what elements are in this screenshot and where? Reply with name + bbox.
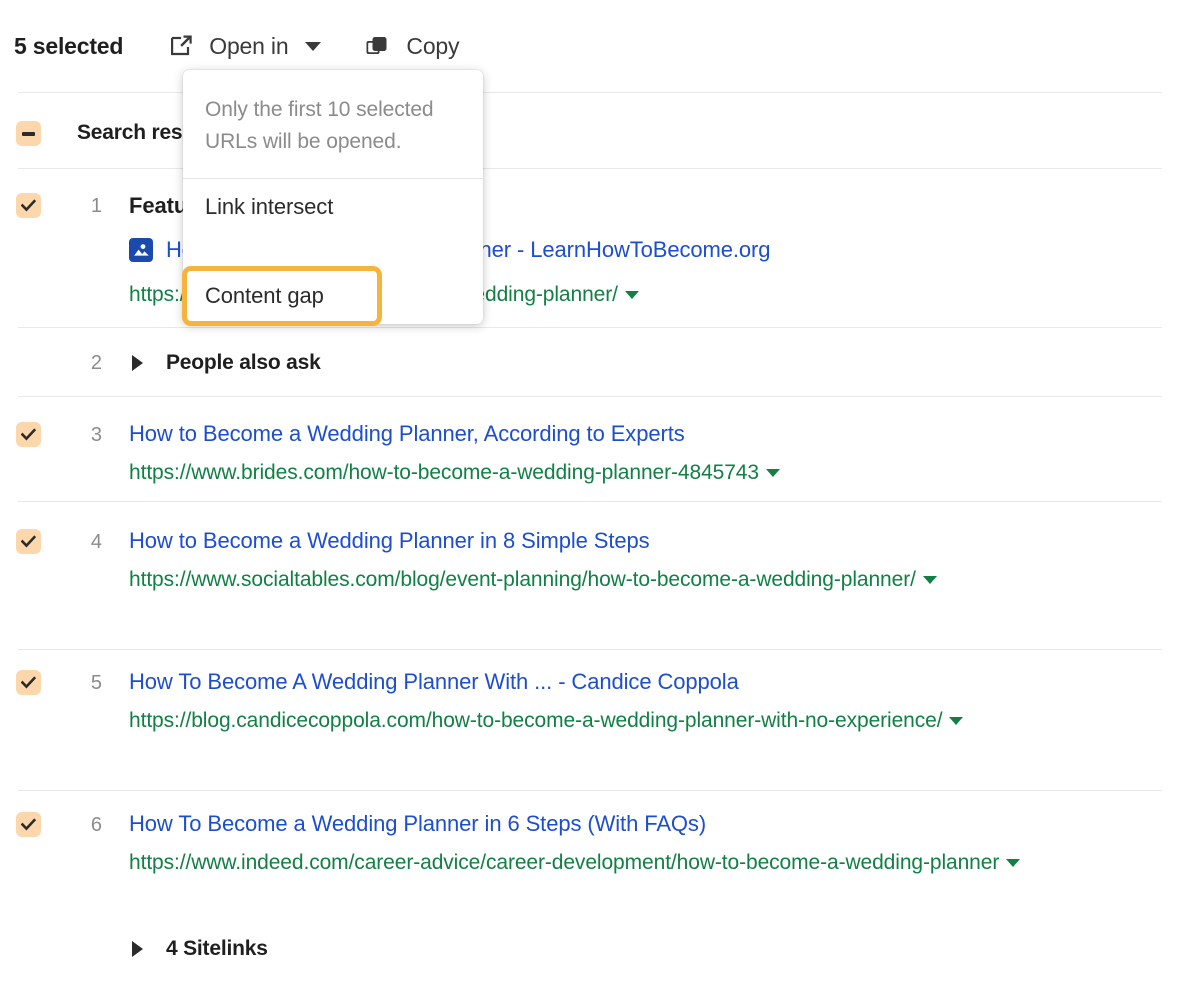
open-in-button[interactable]: Open in (169, 33, 321, 60)
check-icon (21, 198, 36, 213)
result-url-text: https://www.indeed.com/career-advice/car… (129, 851, 999, 874)
selection-action-bar: 5 selected Open in Copy (0, 0, 1180, 92)
chevron-down-icon[interactable] (305, 42, 321, 51)
open-in-dropdown-menu: Only the first 10 selected URLs will be … (183, 70, 483, 324)
check-icon (21, 534, 36, 549)
result-url[interactable]: https://www.indeed.com/career-advice/car… (129, 845, 1169, 880)
copy-icon (365, 34, 390, 59)
result-row: 3 How to Become a Wedding Planner, Accor… (0, 397, 1180, 501)
check-icon (21, 675, 36, 690)
expand-triangle-icon[interactable] (132, 355, 143, 371)
result-rank: 5 (80, 672, 102, 695)
menu-item-link-intersect[interactable]: Link intersect (183, 179, 483, 235)
url-chevron-down-icon[interactable] (766, 469, 780, 477)
sitelinks-label: 4 Sitelinks (166, 937, 268, 961)
image-badge-icon (129, 238, 153, 262)
result-title[interactable]: How to Become a Wedding Planner, Accordi… (129, 421, 685, 447)
check-icon (21, 817, 36, 832)
result-row: 5 How To Become A Wedding Planner With .… (0, 650, 1180, 790)
result-url[interactable]: https://www.socialtables.com/blog/event-… (129, 562, 1169, 597)
url-chevron-down-icon[interactable] (1006, 859, 1020, 867)
result-row: 2 People also ask (0, 328, 1180, 396)
url-chevron-down-icon[interactable] (923, 576, 937, 584)
expand-triangle-icon[interactable] (132, 941, 143, 957)
check-icon (21, 427, 36, 442)
selected-count-label: 5 selected (14, 33, 123, 60)
result-rank: 2 (80, 352, 102, 375)
result-rank: 6 (80, 814, 102, 837)
group-header-row: Search results (0, 93, 1180, 168)
url-chevron-down-icon[interactable] (625, 291, 639, 299)
result-title[interactable]: How to Become a Wedding Planner in 8 Sim… (129, 528, 650, 554)
dash-icon (22, 132, 35, 136)
result-url[interactable]: https://www.brides.com/how-to-become-a-w… (129, 455, 1169, 490)
result-url-text: https://www.brides.com/how-to-become-a-w… (129, 461, 759, 484)
result-checkbox[interactable] (16, 422, 41, 447)
result-checkbox[interactable] (16, 529, 41, 554)
result-checkbox[interactable] (16, 812, 41, 837)
menu-item-content-gap[interactable]: Content gap (182, 266, 382, 326)
copy-button[interactable]: Copy (365, 33, 459, 60)
result-row: 4 How to Become a Wedding Planner in 8 S… (0, 502, 1180, 649)
result-checkbox[interactable] (16, 670, 41, 695)
result-url-text: https://www.socialtables.com/blog/event-… (129, 568, 916, 591)
result-rank: 3 (80, 424, 102, 447)
result-title[interactable]: How To Become a Wedding Planner in 6 Ste… (129, 811, 706, 837)
external-link-icon (169, 34, 193, 58)
open-in-label: Open in (209, 33, 288, 60)
result-title: People also ask (166, 351, 321, 375)
result-row: 6 How To Become a Wedding Planner in 6 S… (0, 791, 1180, 982)
copy-label: Copy (406, 33, 459, 60)
result-rank: 4 (80, 531, 102, 554)
result-checkbox[interactable] (16, 193, 41, 218)
result-title[interactable]: How To Become A Wedding Planner With ...… (129, 669, 739, 695)
dropdown-note: Only the first 10 selected URLs will be … (183, 70, 483, 170)
result-url-text: https://blog.candicecoppola.com/how-to-b… (129, 709, 942, 732)
select-all-checkbox[interactable] (16, 121, 41, 146)
result-row: 1 Featured snippet How to Become a Weddi… (0, 169, 1180, 327)
result-rank: 1 (80, 195, 102, 218)
result-url[interactable]: https://blog.candicecoppola.com/how-to-b… (129, 703, 1169, 738)
url-chevron-down-icon[interactable] (949, 717, 963, 725)
